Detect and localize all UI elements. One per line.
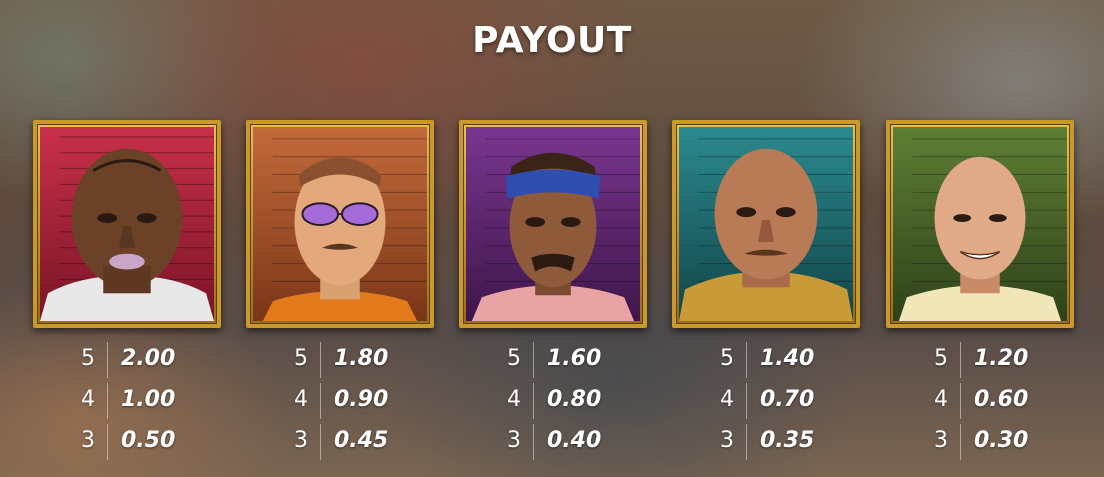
payout-value: 1.80 [334, 346, 389, 371]
payout-value: 1.20 [974, 346, 1029, 371]
payout-value: 0.60 [974, 387, 1029, 412]
divider [746, 424, 747, 460]
match-count: 4 [81, 387, 95, 412]
match-count: 4 [507, 387, 521, 412]
payout-value: 0.35 [760, 428, 815, 453]
match-count: 5 [294, 346, 308, 371]
paytable-teal: 5 1.40 4 0.70 3 0.35 [672, 340, 860, 463]
payout-value: 1.40 [760, 346, 815, 371]
divider [960, 383, 961, 419]
payout-row: 5 1.20 [886, 340, 1074, 381]
divider [746, 383, 747, 419]
divider [533, 383, 534, 419]
divider [320, 383, 321, 419]
symbol-card-green [886, 120, 1074, 328]
match-count: 5 [507, 346, 521, 371]
symbol-card-orange [246, 120, 434, 328]
match-count: 3 [507, 428, 521, 453]
inmate-portrait-red [40, 127, 214, 321]
payout-value: 0.90 [334, 387, 389, 412]
divider [107, 383, 108, 419]
divider [320, 342, 321, 378]
match-count: 3 [720, 428, 734, 453]
payout-row: 3 0.50 [33, 422, 221, 463]
match-count: 5 [934, 346, 948, 371]
payout-row: 3 0.30 [886, 422, 1074, 463]
paytable-purple: 5 1.60 4 0.80 3 0.40 [459, 340, 647, 463]
payout-row: 4 0.90 [246, 381, 434, 422]
payout-value: 0.40 [547, 428, 602, 453]
inmate-portrait-purple [466, 127, 640, 321]
paytable-orange: 5 1.80 4 0.90 3 0.45 [246, 340, 434, 463]
payout-value: 1.60 [547, 346, 602, 371]
inmate-portrait-orange [253, 127, 427, 321]
match-count: 3 [294, 428, 308, 453]
payout-symbols: 5 2.00 4 1.00 3 0.50 5 1.80 4 0.90 3 0.4… [0, 0, 1104, 477]
match-count: 5 [81, 346, 95, 371]
divider [960, 342, 961, 378]
divider [107, 424, 108, 460]
paytable-green: 5 1.20 4 0.60 3 0.30 [886, 340, 1074, 463]
payout-row: 5 1.80 [246, 340, 434, 381]
payout-row: 4 0.70 [672, 381, 860, 422]
divider [107, 342, 108, 378]
payout-value: 0.50 [121, 428, 176, 453]
divider [746, 342, 747, 378]
payout-row: 5 1.60 [459, 340, 647, 381]
payout-value: 2.00 [121, 346, 176, 371]
paytable-red: 5 2.00 4 1.00 3 0.50 [33, 340, 221, 463]
payout-row: 5 2.00 [33, 340, 221, 381]
match-count: 4 [720, 387, 734, 412]
symbol-card-teal [672, 120, 860, 328]
inmate-portrait-green [893, 127, 1067, 321]
inmate-portrait-teal [679, 127, 853, 321]
divider [320, 424, 321, 460]
payout-row: 3 0.35 [672, 422, 860, 463]
match-count: 5 [720, 346, 734, 371]
payout-row: 3 0.45 [246, 422, 434, 463]
match-count: 3 [934, 428, 948, 453]
payout-value: 0.70 [760, 387, 815, 412]
payout-row: 3 0.40 [459, 422, 647, 463]
payout-value: 0.45 [334, 428, 389, 453]
match-count: 3 [81, 428, 95, 453]
payout-row: 4 0.80 [459, 381, 647, 422]
payout-row: 4 0.60 [886, 381, 1074, 422]
payout-value: 0.30 [974, 428, 1029, 453]
match-count: 4 [934, 387, 948, 412]
payout-row: 5 1.40 [672, 340, 860, 381]
match-count: 4 [294, 387, 308, 412]
payout-value: 1.00 [121, 387, 176, 412]
symbol-card-red [33, 120, 221, 328]
divider [533, 424, 534, 460]
symbol-card-purple [459, 120, 647, 328]
payout-row: 4 1.00 [33, 381, 221, 422]
divider [960, 424, 961, 460]
payout-value: 0.80 [547, 387, 602, 412]
divider [533, 342, 534, 378]
